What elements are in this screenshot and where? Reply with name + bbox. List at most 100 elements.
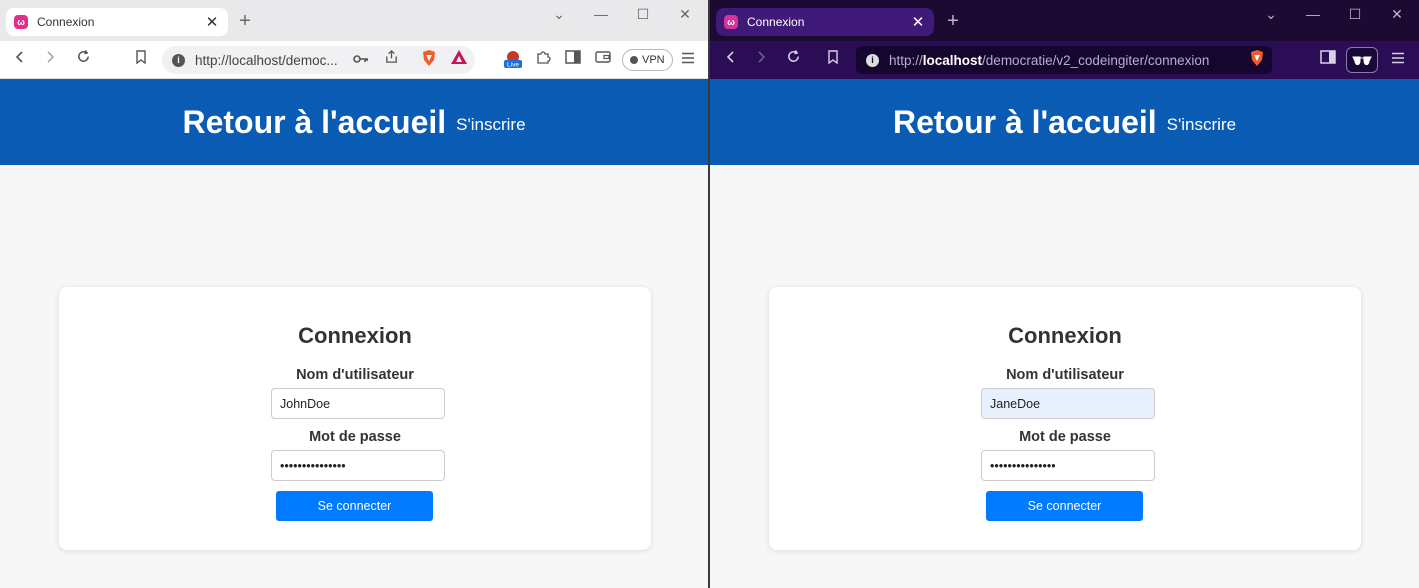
login-card: Connexion Nom d'utilisateur Mot de passe…	[59, 287, 651, 550]
vpn-status-icon	[630, 56, 638, 64]
login-button[interactable]: Se connecter	[986, 491, 1143, 521]
sidebar-button[interactable]	[1317, 49, 1339, 71]
new-tab-button[interactable]: +	[234, 10, 256, 32]
bookmark-icon	[828, 50, 838, 65]
url-host: localhost	[922, 52, 983, 68]
brave-rewards-button[interactable]	[448, 49, 470, 71]
private-window-button[interactable]	[1346, 47, 1378, 73]
bookmark-button[interactable]	[822, 49, 844, 71]
share-button[interactable]	[380, 49, 402, 71]
site-favicon-icon: ω	[14, 15, 28, 29]
toolbar: i http://localhost/democ... Live VPN	[0, 41, 708, 79]
site-info-icon[interactable]: i	[172, 53, 185, 67]
svg-text:Live: Live	[507, 62, 519, 69]
username-input[interactable]	[981, 388, 1155, 419]
minimize-icon[interactable]: —	[580, 6, 622, 23]
forward-button[interactable]	[39, 49, 61, 71]
form-title: Connexion	[298, 323, 412, 348]
site-favicon-icon: ω	[724, 15, 738, 29]
key-icon	[353, 55, 368, 63]
reload-icon	[787, 49, 799, 62]
maximize-icon[interactable]: ☐	[622, 6, 664, 23]
site-info-icon[interactable]: i	[866, 53, 879, 67]
wallet-button[interactable]	[592, 49, 614, 71]
sidebar-icon	[1320, 50, 1336, 64]
tab-title: Connexion	[37, 15, 95, 29]
browser-window-right: ω Connexion ✕ + ⌄ — ☐ ✕ i http://localho…	[710, 0, 1419, 588]
username-label: Nom d'utilisateur	[296, 367, 414, 383]
chevron-right-icon	[47, 51, 55, 63]
tab-search-icon[interactable]: ⌄	[1250, 6, 1292, 23]
live-icon: Live	[504, 51, 522, 69]
chevron-left-icon	[726, 51, 734, 63]
tab-strip: ω Connexion ✕ + ⌄ — ☐ ✕	[710, 0, 1419, 41]
url-scheme: http://	[889, 52, 923, 68]
brave-shield-icon	[1251, 50, 1263, 66]
puzzle-icon	[537, 51, 551, 64]
menu-button[interactable]	[677, 49, 699, 71]
login-card: Connexion Nom d'utilisateur Mot de passe…	[769, 287, 1361, 550]
vpn-button[interactable]: VPN	[622, 49, 673, 71]
home-link[interactable]: Retour à l'accueil	[182, 104, 446, 141]
username-label: Nom d'utilisateur	[1006, 367, 1124, 383]
page-content: Retour à l'accueil S'inscrire Connexion …	[710, 79, 1419, 588]
close-window-icon[interactable]: ✕	[664, 6, 706, 23]
menu-button[interactable]	[1387, 49, 1409, 71]
close-tab-icon[interactable]: ✕	[910, 13, 926, 31]
minimize-icon[interactable]: —	[1292, 6, 1334, 23]
password-input[interactable]	[981, 450, 1155, 481]
brave-shield-icon	[423, 50, 435, 66]
sidebar-button[interactable]	[562, 49, 584, 71]
extensions-button[interactable]	[532, 49, 554, 71]
live-extension-button[interactable]: Live	[502, 49, 524, 71]
wallet-icon	[595, 51, 611, 63]
signup-link[interactable]: S'inscrire	[1167, 115, 1236, 135]
url-text: http://localhost/democ...	[195, 52, 338, 68]
password-input[interactable]	[271, 450, 445, 481]
page-content: Retour à l'accueil S'inscrire Connexion …	[0, 79, 708, 588]
reload-button[interactable]	[72, 49, 94, 71]
bookmark-button[interactable]	[130, 49, 152, 71]
close-tab-icon[interactable]: ✕	[204, 13, 220, 31]
url-path: /democratie/v2_codeingiter/connexion	[982, 52, 1210, 68]
back-button[interactable]	[720, 49, 742, 71]
sidebar-icon	[565, 50, 581, 64]
brave-shields-button[interactable]	[418, 49, 440, 71]
password-key-button[interactable]	[350, 49, 372, 71]
new-tab-button[interactable]: +	[942, 10, 964, 32]
vpn-label: VPN	[642, 54, 665, 66]
hamburger-menu-icon	[682, 52, 694, 64]
toolbar: i http://localhost/democratie/v2_codeing…	[710, 41, 1419, 79]
tab-search-icon[interactable]: ⌄	[538, 6, 580, 23]
chevron-right-icon	[758, 51, 766, 63]
tab-connexion[interactable]: ω Connexion ✕	[6, 8, 228, 36]
close-window-icon[interactable]: ✕	[1376, 6, 1418, 23]
site-header: Retour à l'accueil S'inscrire	[0, 79, 708, 165]
signup-link[interactable]: S'inscrire	[456, 115, 525, 135]
site-header: Retour à l'accueil S'inscrire	[710, 79, 1419, 165]
form-title: Connexion	[1008, 323, 1122, 348]
password-label: Mot de passe	[309, 429, 401, 445]
login-button[interactable]: Se connecter	[276, 491, 433, 521]
tab-strip: ω Connexion ✕ + ⌄ — ☐ ✕	[0, 0, 708, 41]
window-controls: ⌄ — ☐ ✕	[1250, 6, 1418, 23]
reload-icon	[77, 49, 89, 62]
hamburger-menu-icon	[1392, 52, 1404, 64]
browser-window-left: ω Connexion ✕ + ⌄ — ☐ ✕ i http://localho…	[0, 0, 708, 588]
chevron-left-icon	[15, 51, 23, 63]
username-input[interactable]	[271, 388, 445, 419]
incognito-glasses-icon	[1352, 56, 1372, 66]
brave-rewards-icon	[451, 50, 467, 64]
home-link[interactable]: Retour à l'accueil	[893, 104, 1157, 141]
maximize-icon[interactable]: ☐	[1334, 6, 1376, 23]
password-label: Mot de passe	[1019, 429, 1111, 445]
forward-button[interactable]	[750, 49, 772, 71]
tab-title: Connexion	[747, 15, 805, 29]
back-button[interactable]	[9, 49, 31, 71]
bookmark-icon	[136, 50, 146, 65]
brave-shields-button[interactable]	[1246, 49, 1268, 71]
reload-button[interactable]	[782, 49, 804, 71]
share-icon	[385, 49, 397, 63]
address-bar[interactable]: i http://localhost/democratie/v2_codeing…	[856, 46, 1272, 74]
tab-connexion[interactable]: ω Connexion ✕	[716, 8, 934, 36]
